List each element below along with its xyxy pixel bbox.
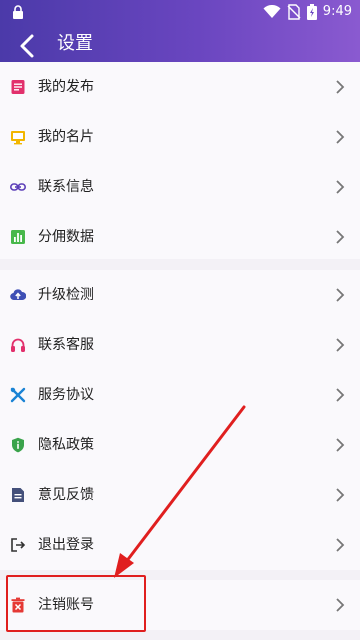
- row-label: 联系信息: [38, 179, 94, 195]
- settings-group-1: 我的发布 我的名片 联系信息 分佣数据: [0, 62, 360, 259]
- wifi-icon: [263, 5, 281, 18]
- chevron-right-icon: [336, 438, 345, 452]
- chevron-right-icon: [336, 230, 345, 244]
- row-label: 分佣数据: [38, 229, 94, 245]
- chevron-right-icon: [336, 288, 345, 302]
- shield-info-icon: [12, 437, 24, 453]
- logout-icon: [11, 538, 26, 552]
- settings-row-service-agreement[interactable]: 服务协议: [0, 370, 360, 420]
- top-bar: 9:49 设置: [0, 0, 360, 64]
- bar-chart-icon: [11, 230, 25, 244]
- nav-bar: 设置: [0, 24, 360, 64]
- chevron-right-icon: [336, 598, 345, 612]
- settings-row-feedback[interactable]: 意见反馈: [0, 470, 360, 520]
- document-icon: [11, 80, 25, 94]
- row-label: 我的名片: [38, 129, 94, 145]
- headset-icon: [11, 338, 25, 352]
- lock-icon: [13, 5, 23, 19]
- settings-group-2: 升级检测 联系客服 服务协议 隐私政策 意见反馈 退出登录: [0, 270, 360, 570]
- chevron-right-icon: [336, 80, 345, 94]
- settings-row-check-update[interactable]: 升级检测: [0, 270, 360, 320]
- clock-time: 9:49: [322, 4, 352, 19]
- row-label: 隐私政策: [38, 437, 94, 453]
- annotation-highlight-box: [6, 575, 146, 632]
- chevron-right-icon: [336, 180, 345, 194]
- feedback-doc-icon: [12, 488, 24, 502]
- settings-row-privacy-policy[interactable]: 隐私政策: [0, 420, 360, 470]
- chevron-right-icon: [336, 338, 345, 352]
- chevron-right-icon: [336, 130, 345, 144]
- battery-icon: [306, 4, 317, 20]
- row-label: 服务协议: [38, 387, 94, 403]
- settings-row-customer-service[interactable]: 联系客服: [0, 320, 360, 370]
- row-label: 升级检测: [38, 287, 94, 303]
- row-label: 联系客服: [38, 337, 94, 353]
- back-arrow-icon[interactable]: [14, 32, 42, 60]
- status-bar: 9:49: [0, 0, 360, 24]
- settings-row-my-posts[interactable]: 我的发布: [0, 62, 360, 112]
- no-sim-icon: [287, 4, 301, 20]
- settings-row-logout[interactable]: 退出登录: [0, 520, 360, 570]
- chevron-right-icon: [336, 388, 345, 402]
- cloud-upload-icon: [10, 289, 26, 301]
- card-icon: [11, 131, 25, 145]
- tools-icon: [10, 387, 26, 403]
- link-icon: [10, 183, 26, 191]
- row-label: 我的发布: [38, 79, 94, 95]
- chevron-right-icon: [336, 538, 345, 552]
- settings-row-my-card[interactable]: 我的名片: [0, 112, 360, 162]
- row-label: 意见反馈: [38, 487, 94, 503]
- row-label: 退出登录: [38, 537, 94, 553]
- settings-row-contact-info[interactable]: 联系信息: [0, 162, 360, 212]
- page-title: 设置: [57, 33, 93, 54]
- settings-row-commission-data[interactable]: 分佣数据: [0, 212, 360, 262]
- chevron-right-icon: [336, 488, 345, 502]
